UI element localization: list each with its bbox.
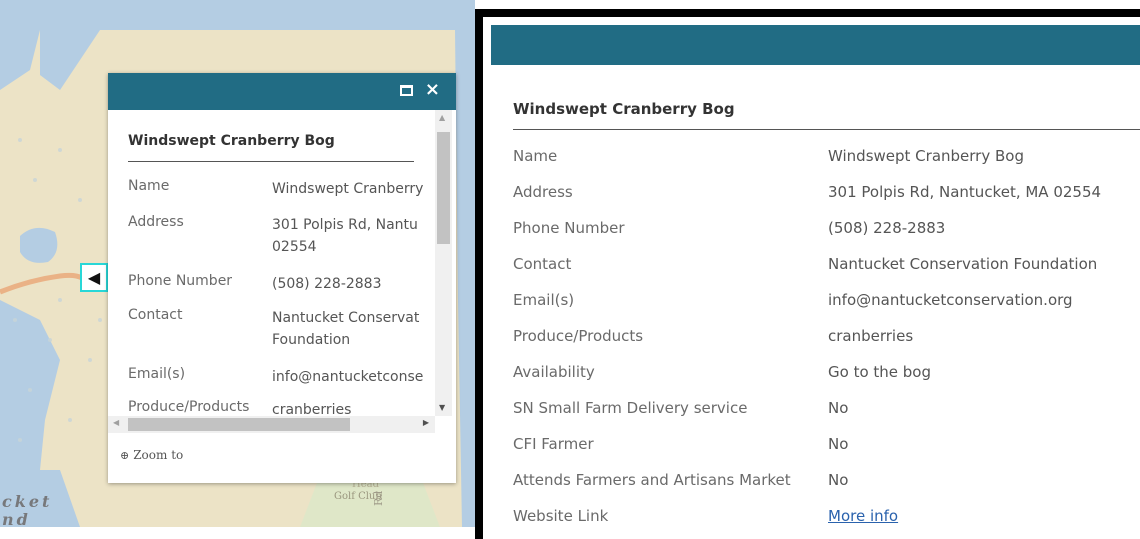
- field-label: Contact: [128, 307, 183, 323]
- close-icon[interactable]: ×: [425, 81, 440, 99]
- field-value: 301 Polpis Rd, Nantu 02554: [272, 217, 418, 255]
- field-value: No: [828, 399, 849, 417]
- popup-title: Windswept Cranberry Bog: [513, 100, 735, 118]
- map-label: cket: [2, 492, 53, 511]
- field-value: (508) 228-2883: [272, 276, 382, 292]
- field-value: No: [828, 435, 849, 453]
- scroll-up-icon[interactable]: ▲: [439, 113, 445, 122]
- zoom-in-icon: ⊕: [120, 448, 130, 462]
- field-label: Availability: [513, 363, 595, 381]
- field-label: CFI Farmer: [513, 435, 594, 453]
- field-label: Email(s): [128, 366, 186, 382]
- field-value: Nantucket Conservation Foundation: [828, 255, 1098, 273]
- field-label: Address: [128, 214, 184, 230]
- title-divider: [128, 161, 414, 162]
- map-label: nd: [2, 510, 31, 527]
- scroll-thumb[interactable]: [437, 132, 450, 244]
- horizontal-scrollbar[interactable]: ◀ ▶: [108, 416, 435, 433]
- feature-popup: × Windswept Cranberry Bog Name Windswept…: [108, 73, 456, 483]
- field-value: Nantucket Conservat Foundation: [272, 310, 420, 348]
- field-label: SN Small Farm Delivery service: [513, 399, 748, 417]
- map-view[interactable]: cket nd Head Golf Club Rd ◀ × Windswept …: [0, 0, 475, 527]
- maximize-icon[interactable]: [399, 84, 413, 96]
- popup-pointer[interactable]: ◀: [80, 263, 108, 292]
- scroll-left-icon[interactable]: ◀: [113, 418, 119, 427]
- field-label: Name: [128, 178, 170, 194]
- field-label: Phone Number: [128, 273, 233, 289]
- field-value: info@nantucketconse: [272, 369, 424, 385]
- popup-titlebar: [491, 25, 1140, 65]
- more-info-link[interactable]: More info: [828, 507, 898, 525]
- enlarged-popup: Windswept Cranberry Bog Name Windswept C…: [475, 9, 1140, 539]
- field-value: Windswept Cranberry: [272, 181, 424, 197]
- field-value: info@nantucketconservation.org: [828, 291, 1073, 309]
- field-value: Windswept Cranberry Bog: [828, 147, 1024, 165]
- field-value: Go to the bog: [828, 363, 932, 381]
- field-label: Name: [513, 147, 558, 165]
- field-label: Produce/Products: [128, 399, 250, 415]
- field-value: No: [828, 471, 849, 489]
- field-value: (508) 228-2883: [828, 219, 946, 237]
- popup-title: Windswept Cranberry Bog: [128, 133, 335, 149]
- field-value: cranberries: [828, 327, 914, 345]
- zoom-to-link[interactable]: ⊕ Zoom to: [120, 448, 183, 462]
- field-label: Attends Farmers and Artisans Market: [513, 471, 791, 489]
- field-label: Email(s): [513, 291, 575, 309]
- chevron-left-icon: ◀: [87, 268, 101, 287]
- field-label: Website Link: [513, 507, 609, 525]
- field-label: Produce/Products: [513, 327, 644, 345]
- title-divider: [513, 129, 1140, 130]
- popup-titlebar: ×: [108, 73, 456, 110]
- field-label: Address: [513, 183, 573, 201]
- scroll-down-icon[interactable]: ▼: [439, 403, 445, 412]
- popup-content[interactable]: Windswept Cranberry Bog Name Windswept C…: [108, 110, 435, 416]
- field-value: 301 Polpis Rd, Nantucket, MA 02554: [828, 183, 1102, 201]
- field-label: Phone Number: [513, 219, 625, 237]
- zoom-to-label: Zoom to: [133, 448, 184, 462]
- map-label: Rd: [372, 490, 385, 506]
- vertical-scrollbar[interactable]: ▲ ▼: [435, 110, 452, 416]
- scroll-thumb[interactable]: [128, 418, 350, 431]
- field-label: Contact: [513, 255, 572, 273]
- scroll-right-icon[interactable]: ▶: [423, 418, 429, 427]
- field-value: cranberries: [272, 402, 352, 416]
